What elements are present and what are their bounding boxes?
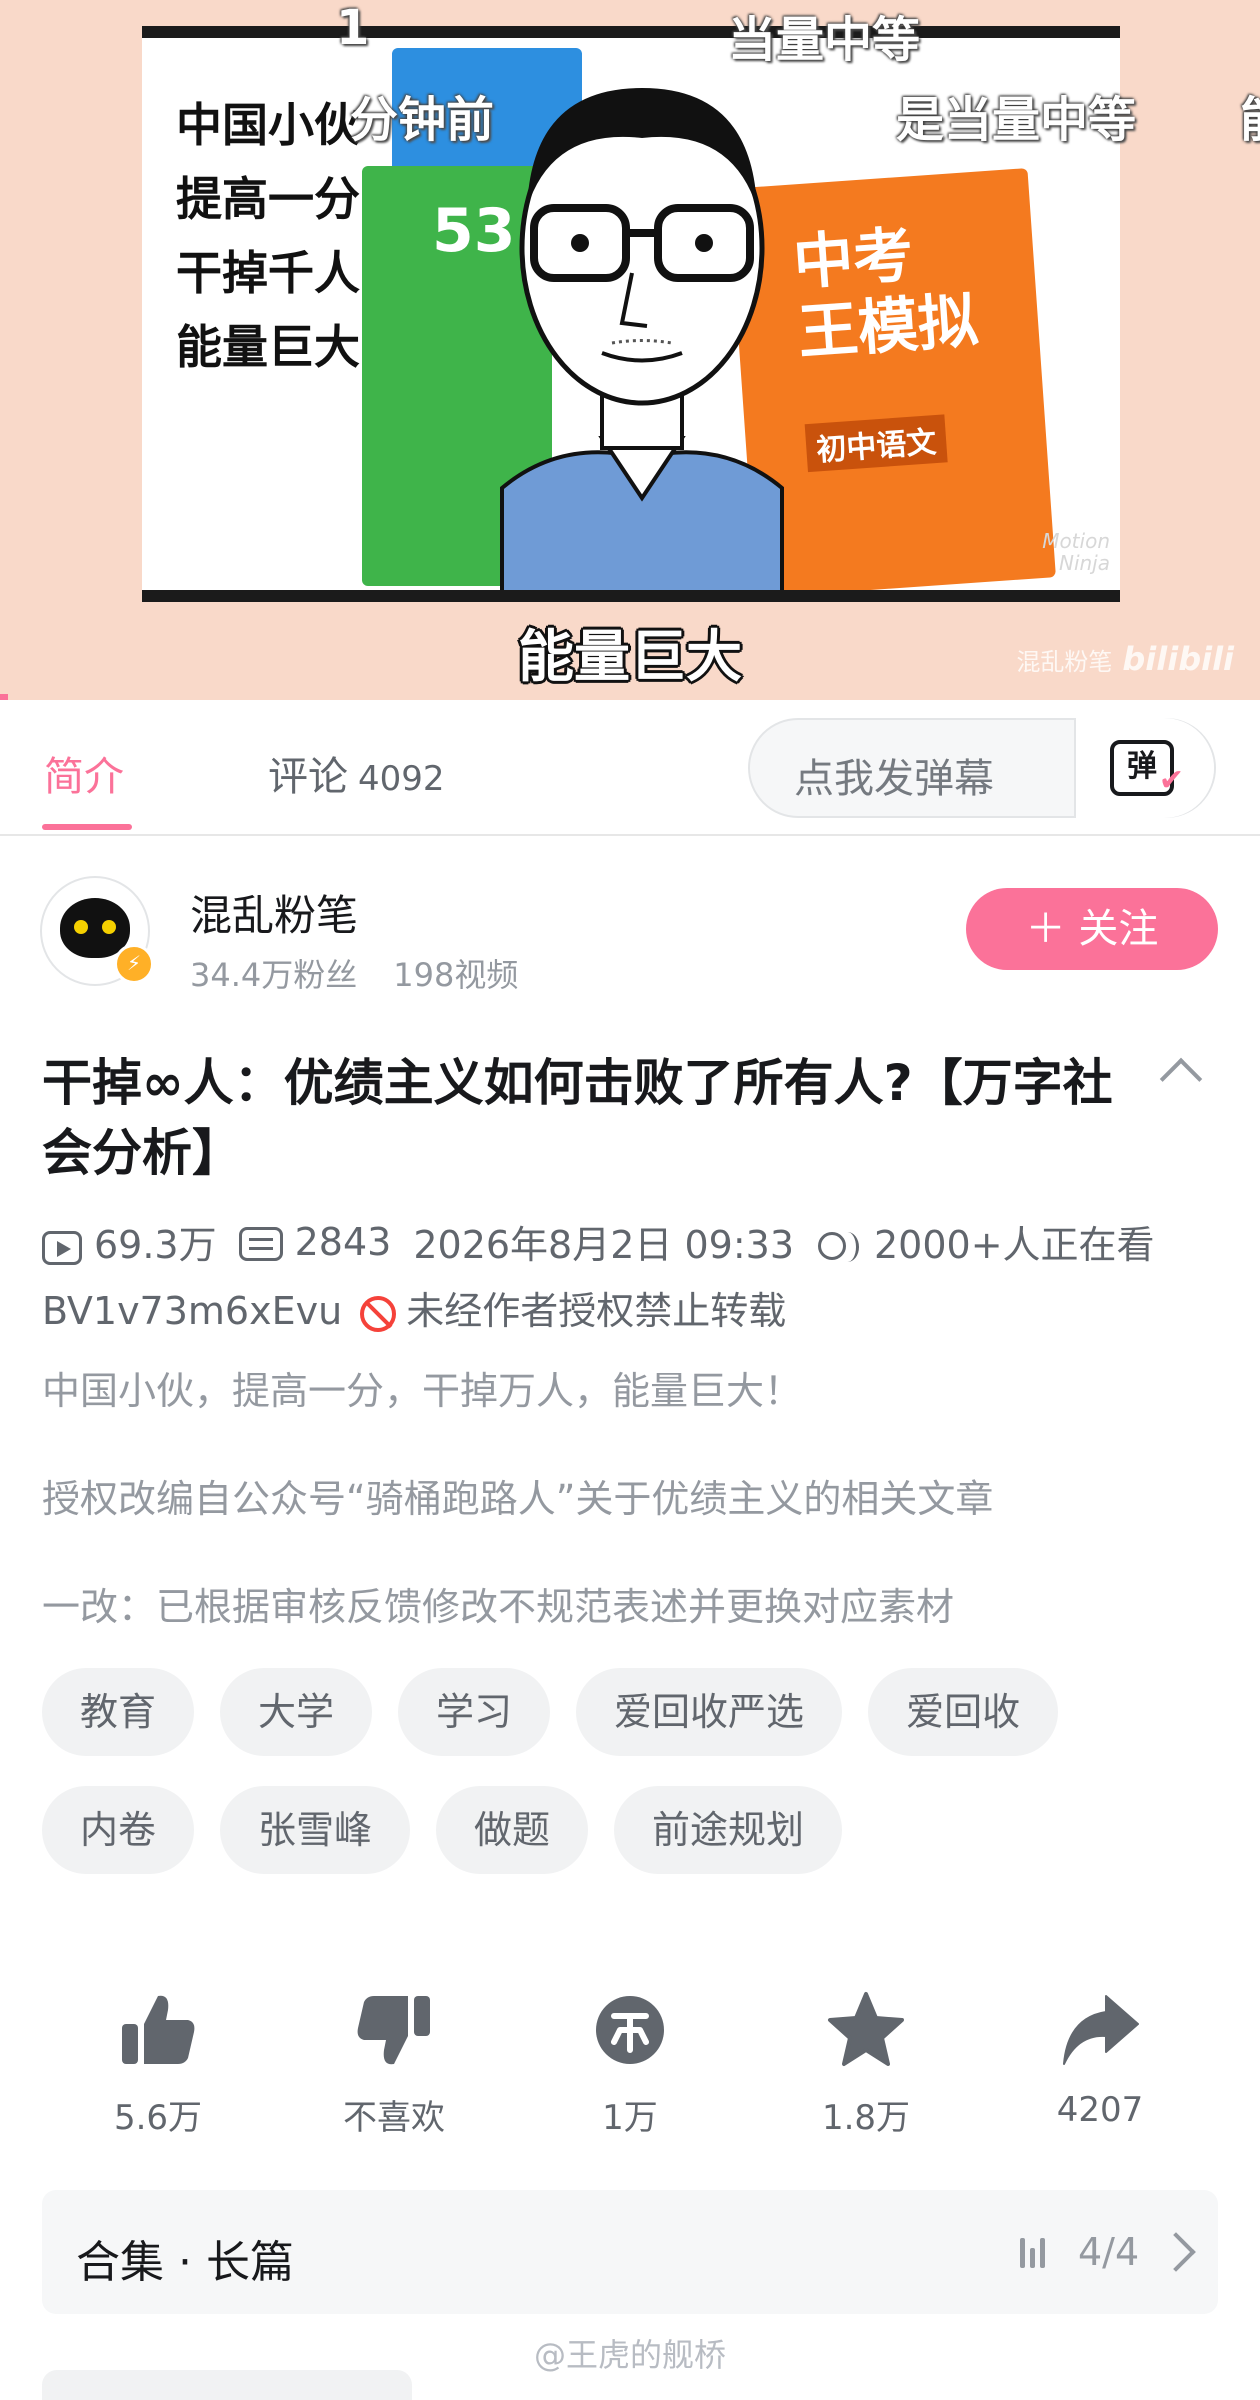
collection-name: 合集 · 长篇	[76, 2237, 294, 2288]
danmaku-comment: 当量中等	[728, 12, 921, 68]
thumbs-up-icon	[122, 1995, 195, 2064]
danmaku-icon-glyph: 弹	[1127, 749, 1157, 784]
next-section-peek	[42, 2370, 412, 2400]
danmaku-comment: 分钟前	[350, 92, 495, 148]
tab-comments-label: 评论	[268, 754, 348, 800]
danmaku-count: 2843	[294, 1219, 392, 1264]
book-orange-sub: 王模拟	[795, 285, 981, 369]
tag-chip[interactable]: 内卷	[42, 1786, 195, 1874]
tab-intro[interactable]: 简介	[44, 744, 124, 802]
star-icon	[828, 1992, 904, 2066]
danmaku-toggle-button[interactable]: 弹 ✔	[1074, 718, 1214, 818]
collection-progress: 4/4	[1078, 2230, 1140, 2274]
avatar[interactable]: ⚡	[40, 876, 154, 986]
frame-slogan: 中国小伙 提高一分 干掉千人 能量巨大	[176, 88, 360, 384]
danmaku-icon: 弹 ✔	[1110, 740, 1184, 798]
danmaku-comment: 能	[1240, 80, 1260, 150]
bilibili-logo: bilibili	[1122, 640, 1234, 678]
description-line: 中国小伙，提高一分，干掉万人，能量巨大！	[42, 1369, 803, 1413]
tag-chip[interactable]: 学习	[398, 1668, 551, 1756]
bvid[interactable]: BV1v73m6xEvu	[42, 1289, 342, 1333]
video-player[interactable]: 53 中考 王模拟 初中语文 中国小伙 提高一分 干掉千人 能量巨大 Motio…	[0, 0, 1260, 700]
uploader-stats: 34.4万粉丝 198视频	[190, 950, 518, 996]
description-line: 授权改编自公众号“骑桶跑路人”关于优绩主义的相关文章	[42, 1477, 994, 1521]
description-line: 一改：已根据审核反馈修改不规范表述并更换对应素材	[42, 1585, 955, 1629]
chevron-right-icon	[1156, 2232, 1196, 2272]
video-count: 198视频	[393, 956, 519, 994]
dislike-label: 不喜欢	[343, 2098, 445, 2138]
share-count: 4207	[1056, 2090, 1144, 2130]
fans-count: 34.4万粉丝	[190, 956, 358, 994]
cartoon-man-illustration	[500, 88, 784, 590]
collection-card[interactable]: 合集 · 长篇 4/4	[42, 2190, 1218, 2314]
tag-list: 教育 大学 学习 爱回收严选 爱回收 内卷 张雪峰 做题 前途规划	[42, 1668, 1222, 1904]
danmaku-count-item: 2843	[238, 1219, 392, 1264]
coin-count: 1万	[602, 2098, 658, 2138]
danmaku-comment: 1	[336, 0, 370, 56]
tag-chip[interactable]: 爱回收	[868, 1668, 1059, 1756]
motion-ninja-watermark: Motion Ninja	[1042, 529, 1110, 575]
danmaku-comment: 是当量中等	[896, 92, 1137, 148]
cat-eye	[102, 920, 116, 934]
bilibili-watermark: 混乱粉笔 bilibili	[1016, 640, 1234, 678]
comments-count: 4092	[358, 759, 445, 799]
send-danmaku-input[interactable]: 点我发弹幕 弹 ✔	[748, 718, 1216, 818]
video-meta: 69.3万 2843 2026年8月2日 09:33 2000+人正在看	[42, 1214, 1242, 1269]
playlist-bars-icon	[1020, 2234, 1056, 2268]
watermark-author: 混乱粉笔	[1016, 648, 1113, 676]
follow-button[interactable]: ＋ 关注	[966, 888, 1218, 970]
active-tab-indicator	[42, 824, 132, 830]
tag-chip[interactable]: 爱回收严选	[576, 1668, 843, 1756]
coin-icon	[596, 1996, 664, 2064]
like-count: 5.6万	[113, 2098, 203, 2138]
thumbs-down-icon	[357, 1996, 430, 2065]
tag-chip[interactable]: 做题	[436, 1786, 589, 1874]
frame-line: 中国小伙	[176, 98, 360, 152]
cat-eye	[74, 920, 88, 934]
tag-chip[interactable]: 前途规划	[614, 1786, 843, 1874]
view-count: 69.3万	[94, 1223, 217, 1267]
publish-date: 2026年8月2日 09:33	[413, 1223, 794, 1267]
tag-row: 教育 大学 学习 爱回收严选 爱回收	[42, 1668, 1222, 1756]
action-bar: 5.6万 不喜欢 1万 1.8万 4207	[0, 1990, 1260, 2140]
tab-bar: 简介 评论 4092 点我发弹幕 弹 ✔	[0, 700, 1260, 836]
frame-line: 提高一分	[176, 172, 360, 226]
tag-chip[interactable]: 大学	[220, 1668, 373, 1756]
book-orange-label: 初中语文	[804, 414, 948, 473]
video-title: 干掉∞人：优绩主义如何击败了所有人?【万字社会分析】	[42, 1054, 1113, 1182]
video-meta-line2: BV1v73m6xEvu 未经作者授权禁止转载	[42, 1280, 786, 1335]
check-icon: ✔	[1158, 763, 1184, 798]
watching-item: 2000+人正在看	[816, 1214, 1155, 1269]
frame-line: 能量巨大	[176, 320, 360, 374]
uploader-name[interactable]: 混乱粉笔	[190, 882, 358, 943]
play-count-icon	[42, 1230, 82, 1265]
danmaku-placeholder: 点我发弹幕	[794, 756, 994, 802]
chevron-up-icon[interactable]	[1159, 1057, 1203, 1101]
people-icon	[816, 1230, 862, 1266]
share-arrow-icon	[1063, 1995, 1139, 2065]
frame-line: 干掉千人	[176, 246, 360, 300]
favorite-count: 1.8万	[821, 2098, 911, 2138]
lightning-badge-icon: ⚡	[114, 944, 154, 984]
danmaku-count-icon	[238, 1227, 283, 1261]
tag-chip[interactable]: 张雪峰	[220, 1786, 411, 1874]
tag-chip[interactable]: 教育	[42, 1668, 195, 1756]
watching-count: 2000+人正在看	[874, 1223, 1155, 1267]
no-repost-text: 未经作者授权禁止转载	[406, 1289, 787, 1333]
tab-comments[interactable]: 评论 4092	[268, 744, 445, 802]
tag-row: 内卷 张雪峰 做题 前途规划	[42, 1786, 1222, 1874]
no-repost-icon	[360, 1295, 397, 1332]
view-count-item: 69.3万	[42, 1214, 217, 1269]
